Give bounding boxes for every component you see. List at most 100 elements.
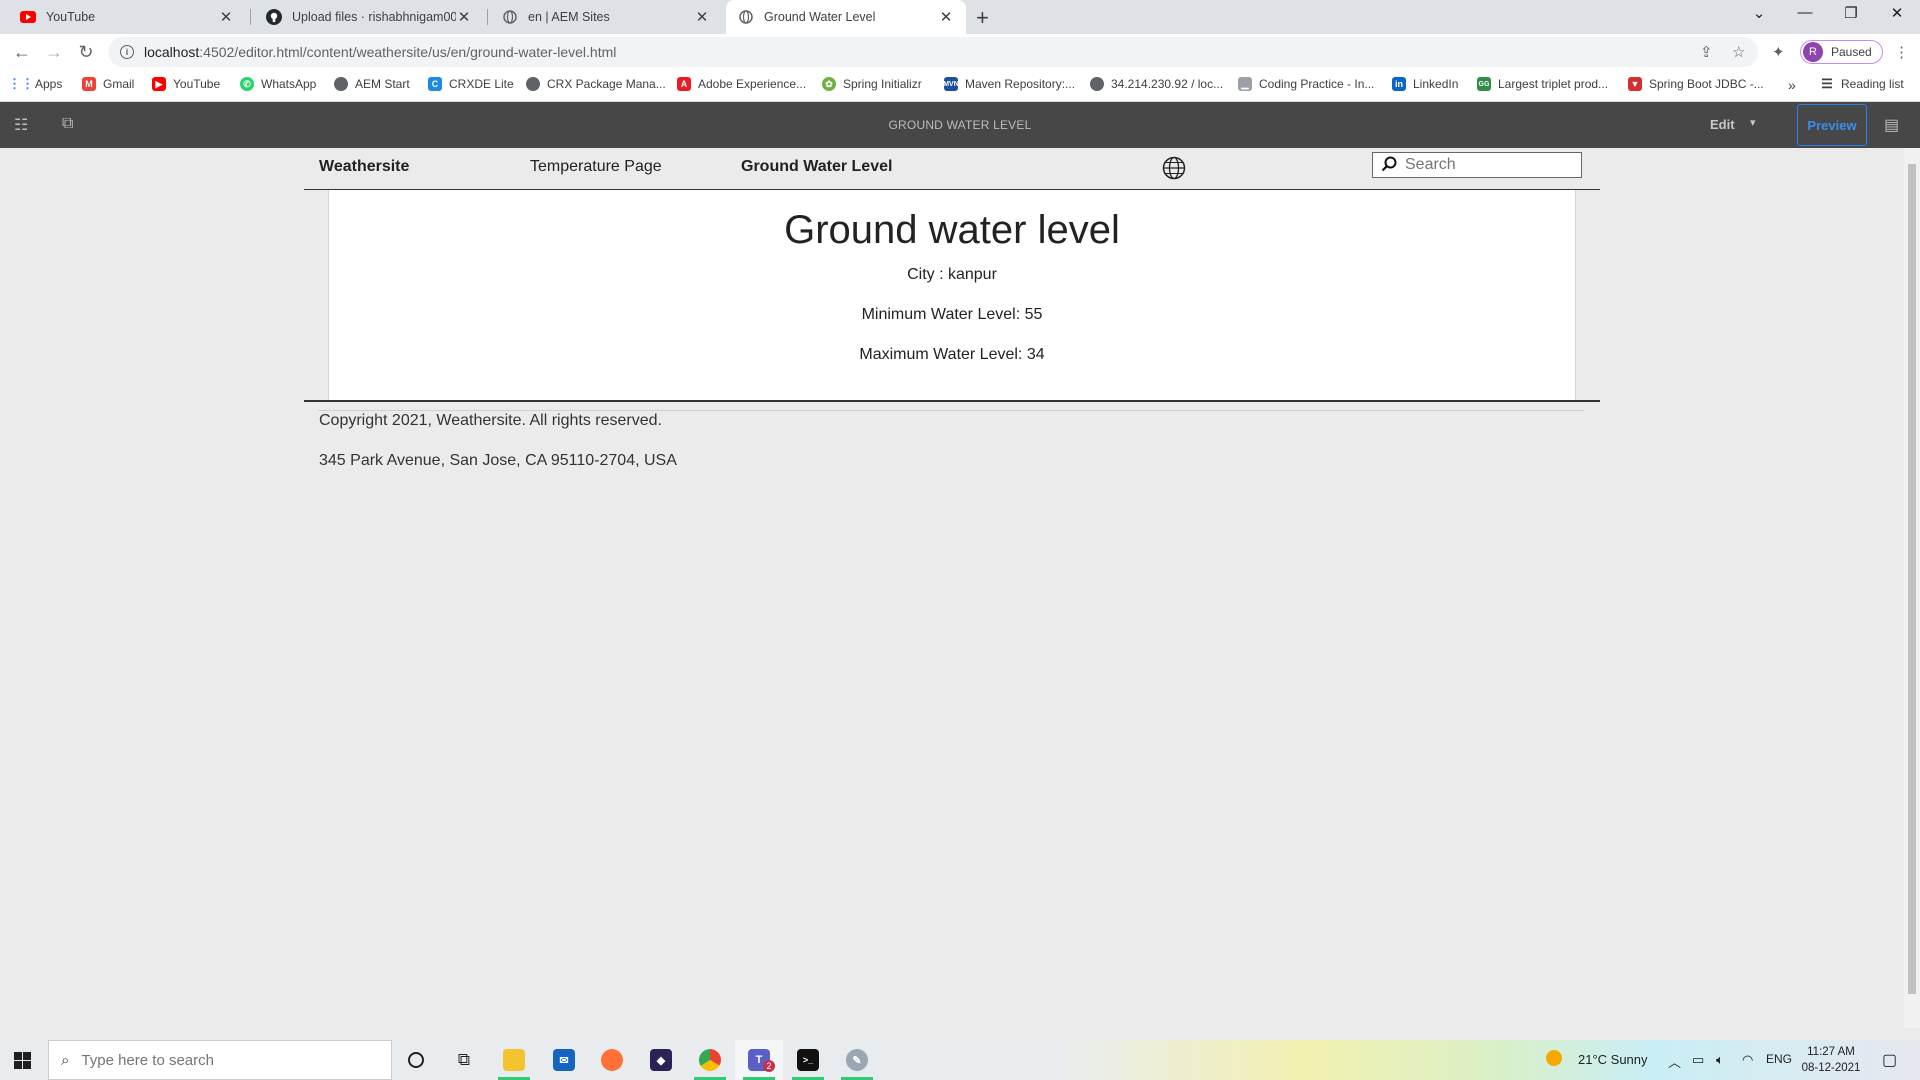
bookmark-apps[interactable]: ⋮⋮ Apps	[8, 76, 62, 91]
bookmark-linkedin[interactable]: in LinkedIn	[1392, 77, 1458, 91]
task-view-icon[interactable]: ⧉	[440, 1040, 488, 1080]
whatsapp-icon: ✆	[240, 77, 254, 91]
bookmark-gmail[interactable]: M Gmail	[82, 77, 134, 91]
mail-icon[interactable]: ✉	[540, 1040, 588, 1080]
crxde-icon: C	[428, 77, 442, 91]
chrome-icon[interactable]	[686, 1040, 734, 1080]
tab-title: YouTube	[46, 10, 96, 24]
cortana-icon[interactable]	[392, 1040, 440, 1080]
terminal-icon[interactable]: >_	[784, 1040, 832, 1080]
eclipse-ide-icon[interactable]: ◆	[637, 1040, 685, 1080]
bookmark-spring-boot-jdbc[interactable]: ▼ Spring Boot JDBC -...	[1628, 77, 1764, 91]
nav-brand-weathersite[interactable]: Weathersite	[319, 158, 409, 176]
window-close-icon[interactable]: ✕	[1874, 4, 1920, 22]
show-hidden-icons-chevron-icon[interactable]: ︿	[1668, 1052, 1681, 1071]
close-tab-icon[interactable]: ✕	[938, 8, 954, 26]
close-tab-icon[interactable]: ✕	[218, 8, 234, 26]
tab-separator	[250, 9, 251, 25]
preview-button[interactable]: Preview	[1797, 104, 1867, 146]
weather-text[interactable]: 21°C Sunny	[1578, 1052, 1648, 1067]
close-tab-icon[interactable]: ✕	[456, 8, 472, 26]
address-bar[interactable]: i localhost:4502/editor.html/content/wea…	[108, 37, 1758, 67]
wifi-icon[interactable]: ◠	[1742, 1052, 1753, 1068]
bookmark-star-icon[interactable]: ☆	[1732, 43, 1745, 61]
bookmark-adobe-experience[interactable]: A Adobe Experience...	[677, 77, 806, 91]
city-text: City : kanpur	[907, 266, 997, 283]
clock-date: 08-12-2021	[1801, 1062, 1861, 1074]
tab-search-chevron-icon[interactable]: ⌄	[1736, 4, 1782, 22]
gfg-icon: GG	[1477, 77, 1491, 91]
main-content-panel: Ground water level City : kanpur Minimum…	[328, 190, 1576, 400]
battery-icon[interactable]: ▭	[1692, 1052, 1704, 1068]
clock-time: 11:27 AM	[1807, 1046, 1855, 1058]
nav-link-ground-water-level[interactable]: Ground Water Level	[741, 158, 892, 176]
bookmark-crx-package-manager[interactable]: CRX Package Mana...	[526, 77, 666, 91]
windows-start-icon[interactable]	[14, 1052, 31, 1069]
bookmark-ip-address[interactable]: 34.214.230.92 / loc...	[1090, 77, 1223, 91]
kebab-menu-icon[interactable]: ⋮	[1894, 43, 1909, 61]
avatar: R	[1803, 42, 1823, 62]
bookmark-aem-start[interactable]: AEM Start	[334, 77, 410, 91]
bookmark-coding-practice[interactable]: ▁ Coding Practice - In...	[1238, 77, 1374, 91]
gmail-icon: M	[82, 77, 96, 91]
firefox-icon[interactable]	[588, 1040, 636, 1080]
site-info-icon[interactable]: i	[120, 45, 134, 59]
annotations-icon[interactable]: ▤	[1884, 115, 1899, 135]
nav-link-temperature-page[interactable]: Temperature Page	[530, 158, 662, 176]
minimize-icon[interactable]: —	[1782, 4, 1828, 21]
tab-upload-files[interactable]: Upload files · rishabhnigam007/A ✕	[254, 0, 484, 34]
profile-button[interactable]: R Paused	[1800, 40, 1883, 64]
restore-icon[interactable]: ❐	[1828, 4, 1874, 22]
horizontal-scrollbar[interactable]	[0, 1028, 1920, 1040]
tab-ground-water-level[interactable]: Ground Water Level ✕	[726, 0, 966, 34]
site-navigation: Weathersite Temperature Page Ground Wate…	[304, 148, 1600, 190]
minimum-water-level-text: Minimum Water Level: 55	[861, 306, 1043, 323]
tab-youtube[interactable]: YouTube ✕	[8, 0, 246, 34]
search-icon: ⌕	[61, 1051, 70, 1069]
globe-icon	[334, 77, 348, 91]
new-tab-plus-icon[interactable]: +	[976, 5, 989, 31]
language-globe-icon[interactable]	[1162, 156, 1186, 180]
scrollbar-thumb[interactable]	[1908, 164, 1916, 994]
notifications-icon[interactable]: ▢	[1882, 1050, 1897, 1070]
search-input[interactable]	[1405, 156, 1575, 174]
bookmark-largest-triplet[interactable]: GG Largest triplet prod...	[1477, 77, 1608, 91]
share-icon[interactable]: ⇪	[1700, 43, 1713, 61]
globe-icon	[738, 9, 754, 25]
teams-icon[interactable]: T2	[735, 1040, 783, 1080]
back-arrow-icon[interactable]: ←	[10, 40, 34, 64]
taskbar-search-box[interactable]: ⌕	[48, 1040, 392, 1080]
extensions-puzzle-icon[interactable]: ✦	[1772, 43, 1785, 61]
bookmark-crxde-lite[interactable]: C CRXDE Lite	[428, 77, 514, 91]
bookmark-maven-repository[interactable]: MVN Maven Repository:...	[943, 77, 1075, 91]
teams-badge: 2	[763, 1060, 775, 1072]
more-bookmarks-button[interactable]: »	[1788, 77, 1796, 93]
site-search-box[interactable]	[1372, 152, 1582, 178]
edit-mode-button[interactable]: Edit	[1710, 117, 1735, 132]
copyright-text: Copyright 2021, Weathersite. All rights …	[319, 412, 662, 429]
apps-grid-icon: ⋮⋮	[8, 76, 34, 91]
browser-toolbar: ← → ↻ i localhost:4502/editor.html/conte…	[0, 34, 1920, 70]
weather-sun-icon[interactable]	[1546, 1050, 1562, 1069]
reload-icon[interactable]: ↻	[74, 40, 98, 64]
language-indicator[interactable]: ENG	[1766, 1052, 1792, 1066]
file-explorer-icon[interactable]	[490, 1040, 538, 1080]
adobe-icon: A	[677, 77, 691, 91]
paint-icon[interactable]: ✎	[833, 1040, 881, 1080]
tab-separator	[487, 9, 488, 25]
chevron-down-icon[interactable]: ▾	[1750, 116, 1756, 129]
close-tab-icon[interactable]: ✕	[694, 8, 710, 26]
taskbar-search-input[interactable]	[81, 1051, 362, 1069]
bookmark-youtube[interactable]: ▶ YouTube	[152, 77, 220, 91]
bookmark-spring-initializr[interactable]: ✿ Spring Initializr	[822, 77, 922, 91]
github-icon	[266, 9, 282, 25]
vertical-scrollbar[interactable]	[1904, 148, 1920, 1028]
taskbar-clock[interactable]: 11:27 AM 08-12-2021	[1796, 1044, 1866, 1076]
volume-icon[interactable]: 🔈︎	[1716, 1052, 1724, 1068]
tab-aem-sites[interactable]: en | AEM Sites ✕	[490, 0, 722, 34]
reading-list-button[interactable]: ☰ Reading list	[1820, 76, 1904, 91]
page-heading: Ground water level	[784, 208, 1120, 252]
bookmark-whatsapp[interactable]: ✆ WhatsApp	[240, 77, 316, 91]
forward-arrow-icon[interactable]: →	[42, 40, 66, 64]
page-preview-area: Weathersite Temperature Page Ground Wate…	[0, 148, 1904, 1028]
